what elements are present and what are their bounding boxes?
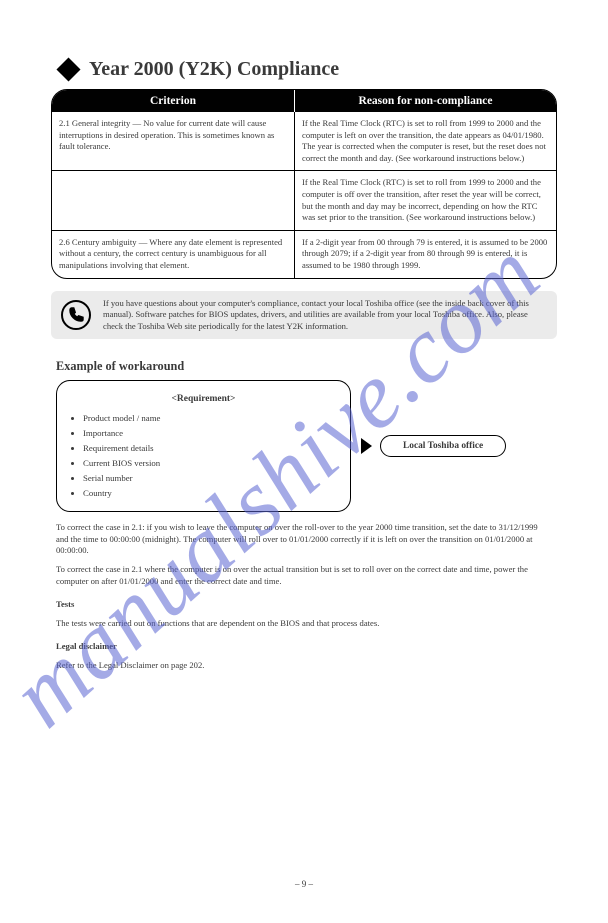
table-row: 2.6 Century ambiguity — Where any date e… — [52, 230, 556, 278]
th-criterion: Criterion — [52, 90, 295, 112]
tests-heading: Tests — [56, 599, 552, 611]
compliance-table: Criterion Reason for non-compliance 2.1 … — [51, 89, 557, 279]
office-oval: Local Toshiba office — [380, 435, 506, 457]
cell-criterion: 2.6 Century ambiguity — Where any date e… — [52, 231, 295, 278]
section-title: Year 2000 (Y2K) Compliance — [89, 58, 339, 81]
table-header-row: Criterion Reason for non-compliance — [52, 90, 556, 112]
help-text: If you have questions about your compute… — [103, 298, 547, 333]
list-item: Requirement details — [83, 441, 338, 456]
paragraph: The tests were carried out on functions … — [56, 618, 552, 630]
paragraph: To correct the case in 2.1: if you wish … — [56, 522, 552, 557]
list-item: Country — [83, 486, 338, 501]
page-number: – 9 – — [0, 879, 608, 889]
list-item: Serial number — [83, 471, 338, 486]
th-reason: Reason for non-compliance — [295, 90, 556, 112]
body-paragraphs: To correct the case in 2.1: if you wish … — [56, 522, 552, 671]
section-header: Year 2000 (Y2K) Compliance — [0, 0, 608, 81]
legal-heading: Legal disclaimer — [56, 641, 552, 653]
phone-icon — [61, 300, 91, 330]
requirement-caption: <Requirement> — [69, 391, 338, 407]
cell-criterion: 2.1 General integrity — No value for cur… — [52, 112, 295, 170]
example-title: Example of workaround — [56, 359, 608, 374]
list-item: Product model / name — [83, 411, 338, 426]
help-callout: If you have questions about your compute… — [51, 291, 557, 340]
cell-reason: If the Real Time Clock (RTC) is set to r… — [295, 112, 556, 170]
paragraph: Refer to the Legal Disclaimer on page 20… — [56, 660, 552, 672]
paragraph: To correct the case in 2.1 where the com… — [56, 564, 552, 587]
table-row: 2.1 General integrity — No value for cur… — [52, 112, 556, 170]
table-row: If the Real Time Clock (RTC) is set to r… — [52, 170, 556, 229]
list-item: Current BIOS version — [83, 456, 338, 471]
example-diagram: <Requirement> Product model / name Impor… — [56, 380, 552, 512]
cell-criterion — [52, 171, 295, 229]
arrow-right-icon — [361, 438, 372, 454]
diamond-icon — [56, 57, 80, 81]
cell-reason: If the Real Time Clock (RTC) is set to r… — [295, 171, 556, 229]
cell-reason: If a 2-digit year from 00 through 79 is … — [295, 231, 556, 278]
list-item: Importance — [83, 426, 338, 441]
requirement-box: <Requirement> Product model / name Impor… — [56, 380, 351, 512]
